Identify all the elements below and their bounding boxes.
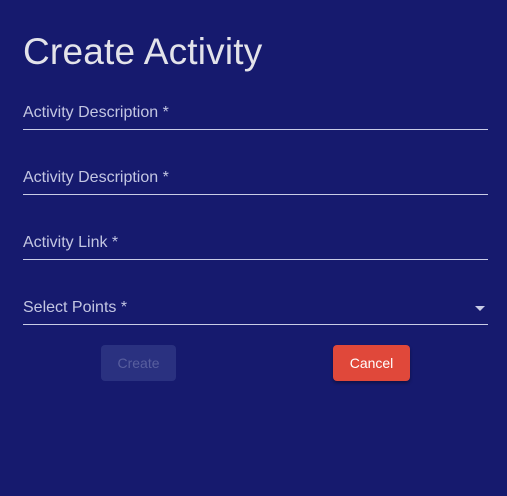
activity-link-field[interactable]: Activity Link * (23, 223, 492, 261)
arrow-drop-down-icon[interactable] (475, 306, 485, 311)
activity-link-input[interactable] (23, 223, 492, 261)
create-button[interactable]: Create (101, 345, 176, 381)
select-points-label: Select Points * (23, 299, 128, 316)
activity-description-field[interactable]: Activity Description * (23, 93, 492, 131)
cancel-button[interactable]: Cancel (333, 345, 410, 381)
activity-description-input-2[interactable] (23, 158, 492, 196)
select-points-dropdown[interactable]: Select Points * (23, 288, 488, 325)
activity-description-field-2[interactable]: Activity Description * (23, 158, 492, 196)
create-activity-dialog: Create Activity Activity Description * A… (0, 0, 507, 496)
activity-description-input[interactable] (23, 93, 492, 131)
page-title: Create Activity (23, 31, 263, 72)
